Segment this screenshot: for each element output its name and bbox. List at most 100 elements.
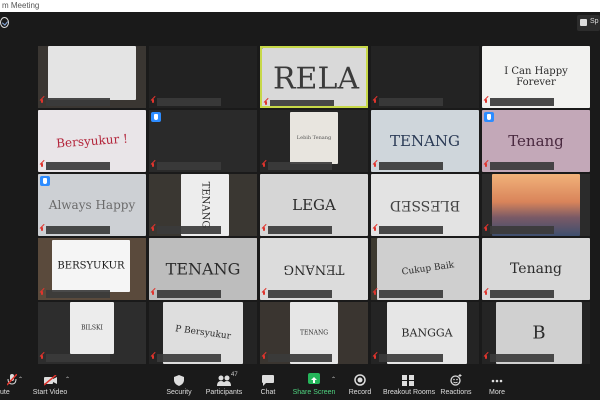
participant-tile[interactable]: I Can Happy Forever: [482, 46, 590, 108]
sign-text: TENANG: [199, 181, 211, 229]
participant-tile[interactable]: Always Happy: [38, 174, 146, 236]
share-screen-button[interactable]: Share Screen: [292, 370, 336, 400]
participant-name-bar: [268, 290, 332, 298]
participant-tile[interactable]: TENANG: [149, 174, 257, 236]
participant-tile[interactable]: [482, 174, 590, 236]
participant-tile[interactable]: Cukup Baik: [371, 238, 479, 300]
sign-text: B: [532, 322, 546, 344]
participant-tile[interactable]: BANGGA: [371, 302, 479, 364]
sign-text: Tenang: [510, 261, 562, 277]
reactions-button[interactable]: Reactions: [439, 370, 473, 400]
more-button[interactable]: More: [483, 370, 511, 400]
grid-view-icon: [580, 19, 587, 26]
muted-mic-icon: [373, 355, 378, 361]
participant-name-bar: [46, 162, 110, 170]
participant-name-bar: [379, 226, 443, 234]
muted-mic-icon: [262, 355, 267, 361]
muted-mic-icon: [40, 355, 45, 361]
participants-count: 47: [231, 372, 238, 378]
participant-tile[interactable]: BLESSED: [371, 174, 479, 236]
raised-hand-icon: [40, 176, 50, 186]
participant-name-bar: [157, 98, 221, 106]
participant-tile[interactable]: B: [482, 302, 590, 364]
video-options-caret-icon[interactable]: ⌃: [65, 376, 70, 383]
window-title: m Meeting: [2, 1, 40, 10]
window-title-bar: m Meeting: [0, 0, 600, 12]
participant-tile[interactable]: TENANG: [371, 110, 479, 172]
participants-button[interactable]: 47 Participants: [203, 370, 245, 400]
sign-text: TENANG: [389, 132, 461, 150]
participant-name-bar: [157, 226, 221, 234]
muted-mic-icon: [484, 355, 489, 361]
participant-tile[interactable]: RELA: [260, 46, 368, 108]
audio-options-caret-icon[interactable]: ⌃: [18, 376, 23, 383]
sign-text: TENANG: [299, 329, 329, 337]
share-screen-icon: [308, 373, 320, 384]
breakout-rooms-label: Breakout Rooms: [383, 389, 436, 396]
reactions-label: Reactions: [440, 389, 472, 396]
muted-mic-icon: [373, 99, 378, 105]
breakout-rooms-button[interactable]: Breakout Rooms: [383, 370, 436, 400]
muted-mic-icon: [151, 355, 156, 361]
participant-name-bar: [46, 226, 110, 234]
participant-name-bar: [268, 354, 332, 362]
participant-name-bar: [46, 354, 110, 362]
participant-name-bar: [379, 162, 443, 170]
participant-tile[interactable]: P Bersyukur: [149, 302, 257, 364]
muted-mic-icon: [40, 99, 45, 105]
muted-mic-icon: [40, 163, 45, 169]
muted-mic-icon: [484, 163, 489, 169]
encryption-shield-icon[interactable]: [0, 17, 9, 28]
participant-tile[interactable]: TENANG: [260, 302, 368, 364]
sign-text: Lebih Tenang: [296, 135, 332, 141]
participant-tile[interactable]: Lebih Tenang: [260, 110, 368, 172]
start-video-label: Start Video: [32, 389, 68, 396]
sign-text: Tenang: [508, 132, 564, 150]
muted-mic-icon: [262, 163, 267, 169]
muted-mic-icon: [484, 99, 489, 105]
sign-text: TENANG: [283, 261, 345, 277]
security-button[interactable]: Security: [160, 370, 198, 400]
participant-tile[interactable]: [149, 46, 257, 108]
participant-name-bar: [157, 290, 221, 298]
participant-name-bar: [268, 226, 332, 234]
participant-name-bar: [379, 354, 443, 362]
mute-button[interactable]: ute: [0, 370, 24, 400]
participant-tile[interactable]: TENANG: [260, 238, 368, 300]
start-video-button[interactable]: Start Video: [30, 370, 70, 400]
shield-icon: [173, 373, 185, 386]
participant-tile[interactable]: [149, 110, 257, 172]
muted-mic-icon: [484, 227, 489, 233]
participant-name-bar: [490, 162, 554, 170]
chat-label: Chat: [260, 389, 276, 396]
view-toggle-button[interactable]: Sp: [577, 15, 600, 31]
participant-tile[interactable]: BERSYUKUR: [38, 238, 146, 300]
participant-tile[interactable]: [371, 46, 479, 108]
participants-label: Participants: [205, 389, 243, 396]
participant-name-bar: [379, 98, 443, 106]
muted-mic-icon: [151, 227, 156, 233]
chat-button[interactable]: Chat: [254, 370, 282, 400]
muted-mic-icon: [373, 291, 378, 297]
share-screen-label: Share Screen: [292, 389, 336, 396]
chat-bubble-icon: [262, 373, 274, 386]
participant-tile[interactable]: Tenang: [482, 238, 590, 300]
share-options-caret-icon[interactable]: ⌃: [331, 376, 336, 383]
held-paper-sign: [48, 46, 136, 100]
participant-tile[interactable]: Bersyukur !: [38, 110, 146, 172]
participant-tile[interactable]: TENANG: [149, 238, 257, 300]
record-button[interactable]: Record: [345, 370, 375, 400]
muted-mic-icon: [264, 101, 269, 106]
participant-name-bar: [46, 290, 110, 298]
muted-mic-icon: [484, 291, 489, 297]
record-label: Record: [348, 389, 372, 396]
participant-tile[interactable]: Tenang: [482, 110, 590, 172]
participant-tile[interactable]: LEGA: [260, 174, 368, 236]
raised-hand-icon: [151, 112, 161, 122]
participant-tile[interactable]: [38, 46, 146, 108]
participant-tile[interactable]: BILSKI: [38, 302, 146, 364]
security-label: Security: [166, 389, 192, 396]
muted-mic-icon: [40, 227, 45, 233]
sign-text: BANGGA: [401, 326, 453, 340]
muted-mic-icon: [373, 163, 378, 169]
